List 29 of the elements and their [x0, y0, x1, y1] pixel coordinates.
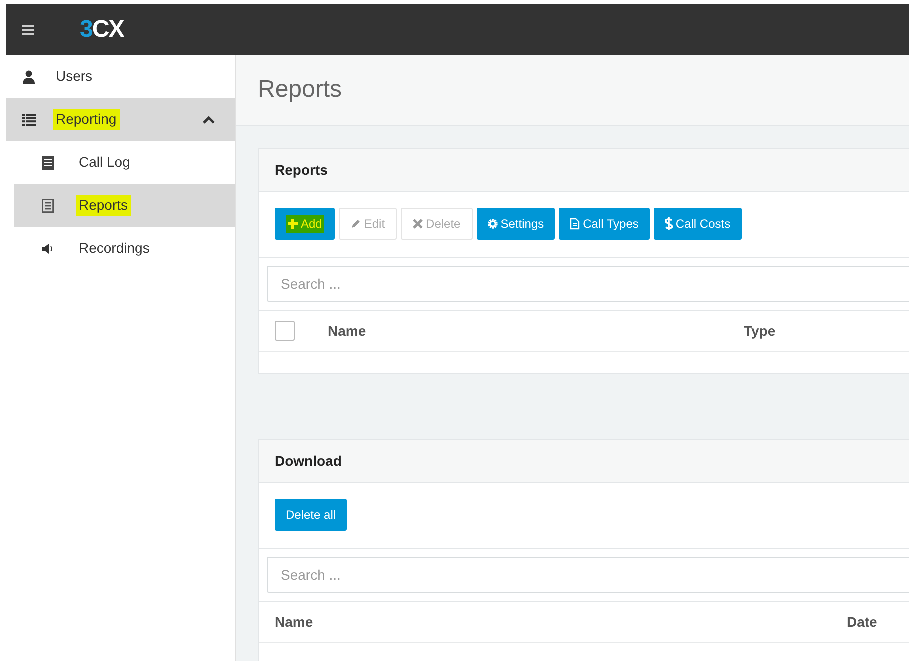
button[interactable]: Delete all — [275, 499, 348, 531]
panel-title: Download — [275, 452, 342, 470]
column-header: Type — [744, 322, 776, 341]
column-header: Date — [847, 612, 878, 632]
button[interactable]: Add — [275, 208, 336, 240]
column-header: Name — [275, 612, 314, 632]
menu-icon[interactable] — [22, 24, 34, 34]
logo: 3CX — [80, 14, 124, 44]
document-icon — [570, 218, 580, 230]
checkbox[interactable] — [275, 321, 295, 341]
panel-title: Reports — [275, 160, 328, 180]
dollar-icon — [664, 217, 673, 231]
pencil-icon — [351, 219, 362, 229]
button[interactable]: Settings — [476, 208, 556, 240]
page-title: Reports — [258, 75, 342, 105]
search-field[interactable]: Search ... — [267, 266, 909, 302]
button[interactable]: Call Types — [559, 208, 650, 240]
document-icon — [42, 198, 56, 212]
plus-icon — [288, 219, 298, 229]
gear-icon — [488, 219, 498, 229]
document-icon — [42, 156, 56, 170]
search-field[interactable]: Search ... — [267, 557, 909, 593]
cross-icon — [413, 219, 424, 229]
sidebar-item[interactable]: Reports — [14, 184, 235, 227]
list-icon — [22, 114, 36, 126]
sidebar-item[interactable]: Reporting — [6, 98, 235, 141]
column-header: Name — [328, 322, 368, 340]
user-icon — [22, 70, 36, 84]
button[interactable]: Call Costs — [654, 208, 742, 240]
